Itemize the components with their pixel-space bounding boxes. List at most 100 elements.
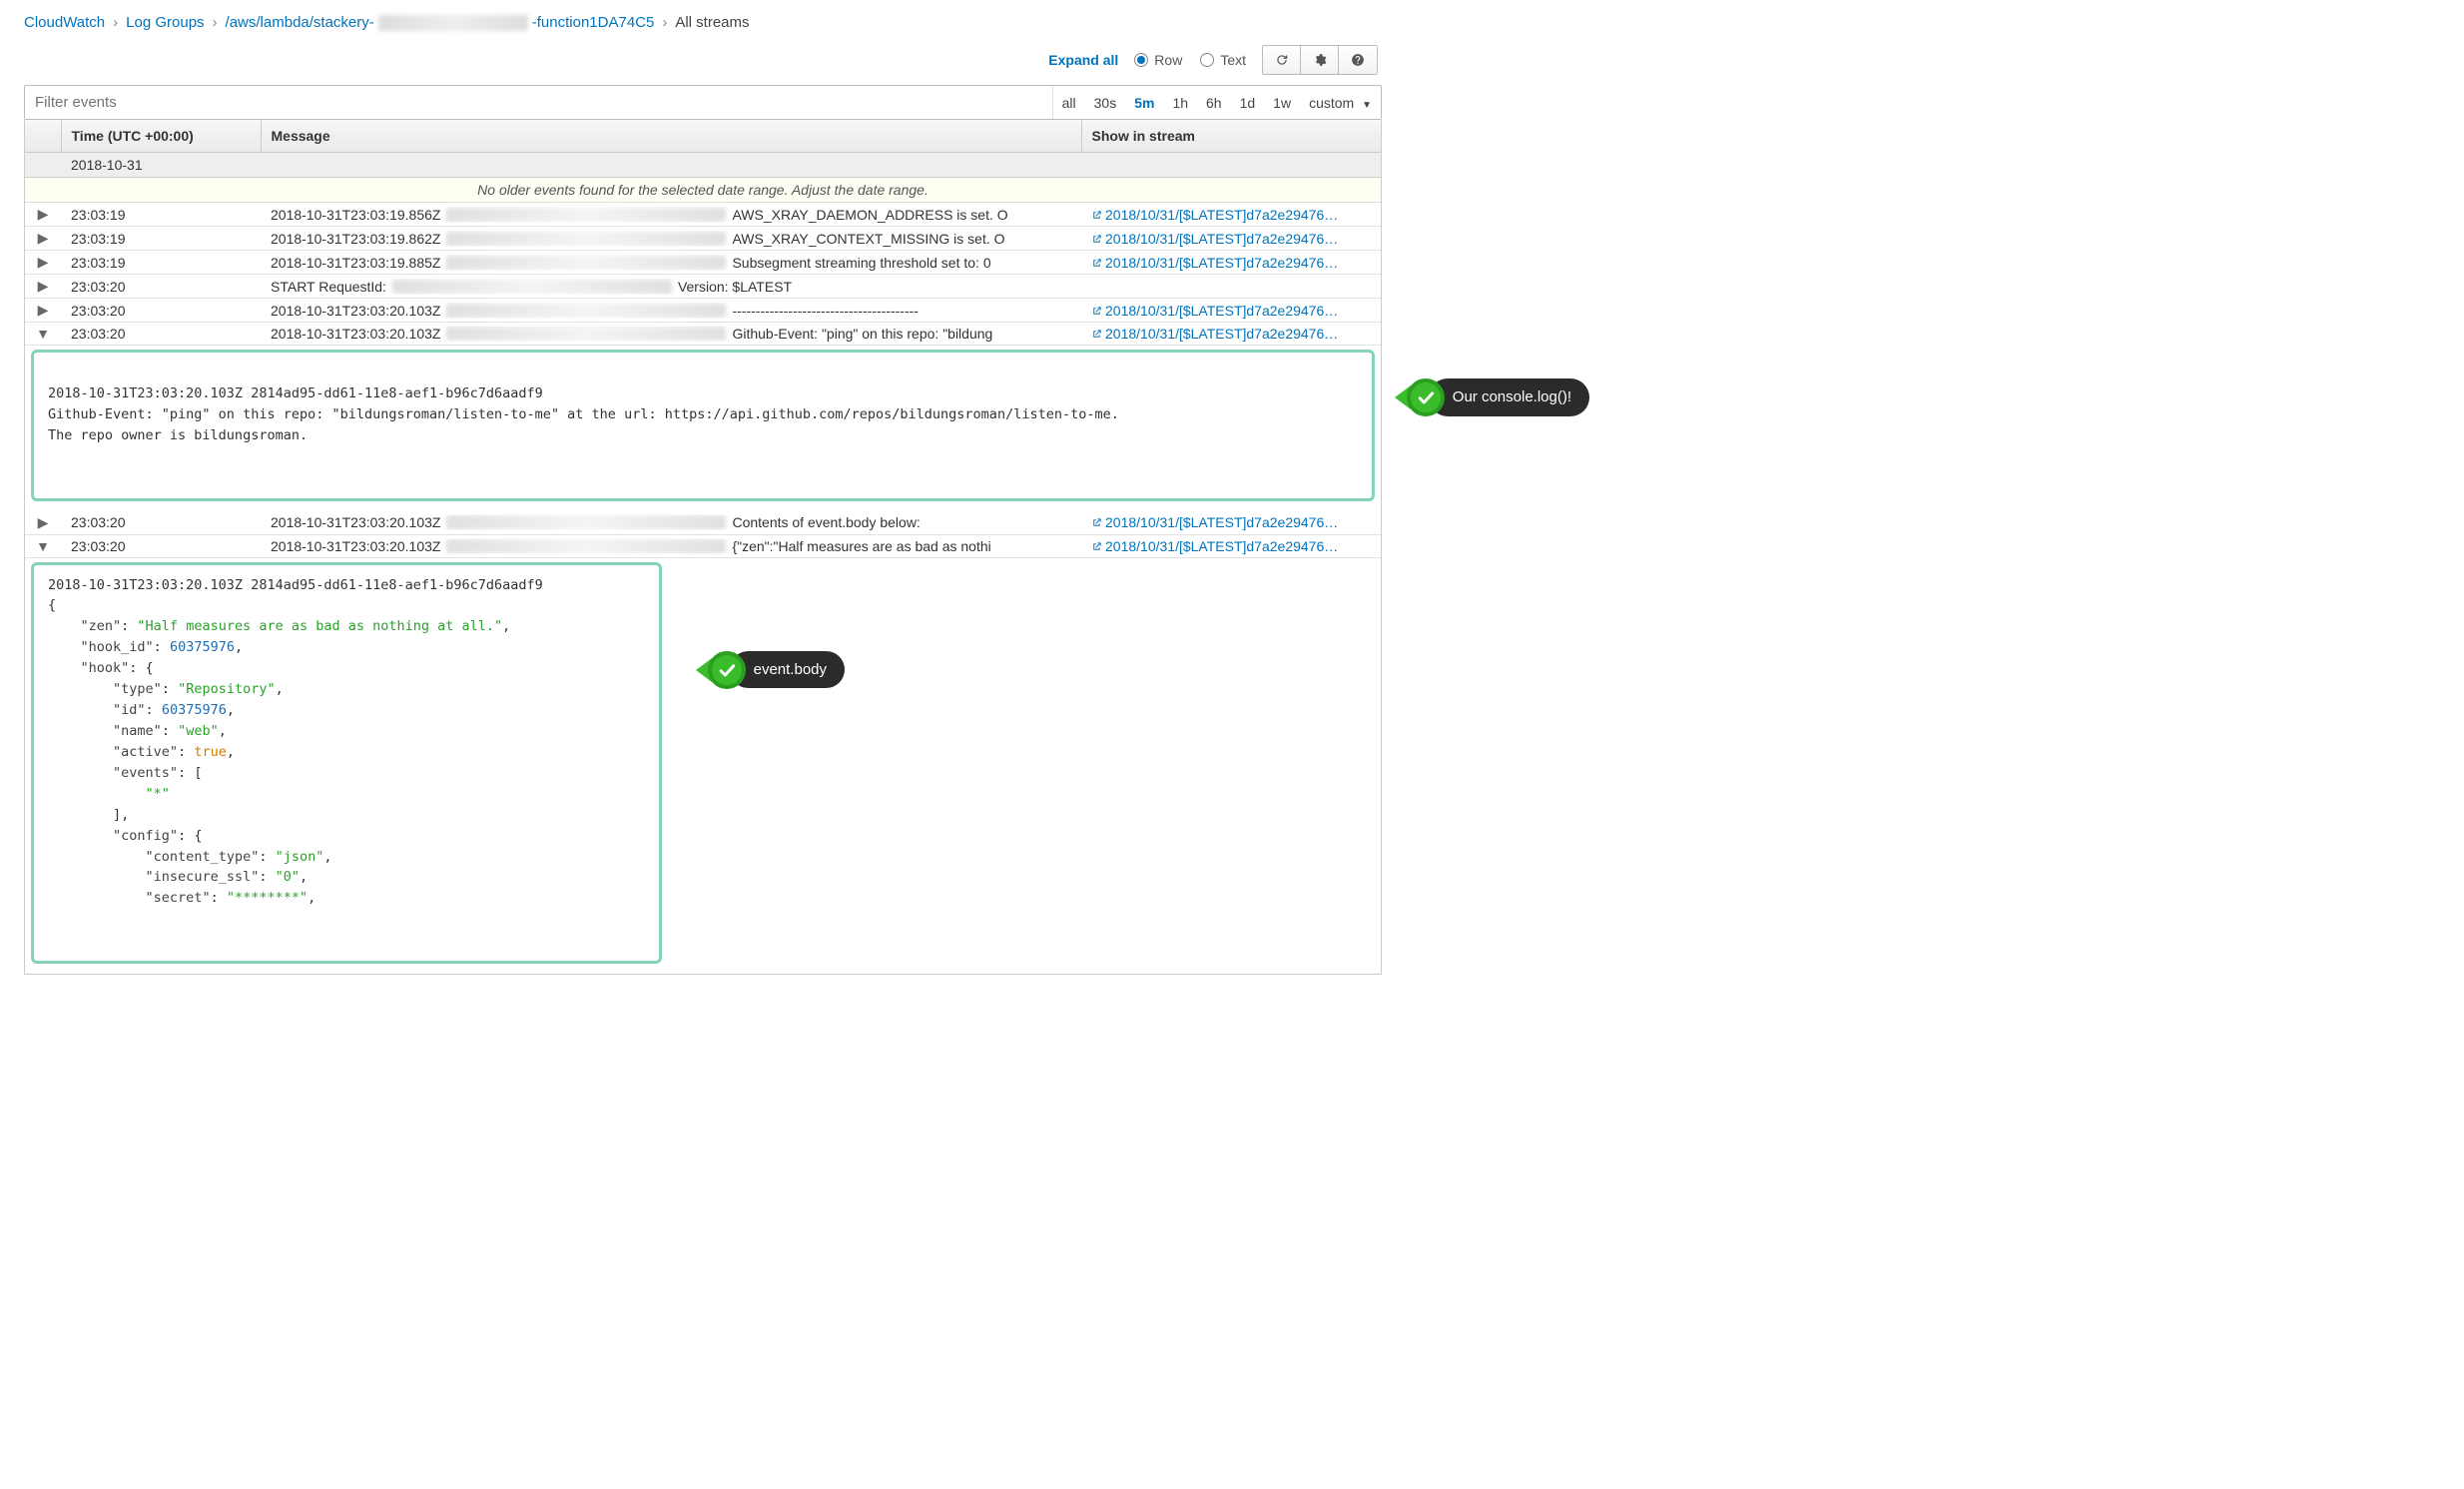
breadcrumb-sep: › bbox=[113, 14, 118, 31]
radio-row[interactable]: Row bbox=[1134, 52, 1182, 68]
expand-toggle[interactable]: ▶ bbox=[25, 203, 61, 227]
col-header-time[interactable]: Time (UTC +00:00) bbox=[61, 120, 261, 153]
show-in-stream-link[interactable]: 2018/10/31/[$LATEST]d7a2e29476… bbox=[1091, 538, 1338, 554]
annotation-callout: Our console.log()! bbox=[1395, 378, 1589, 416]
time-range-custom-label: custom bbox=[1309, 95, 1354, 111]
event-ts: 2018-10-31T23:03:20.103Z bbox=[271, 326, 440, 342]
expanded-log-row: 2018-10-31T23:03:20.103Z 2814ad95-dd61-1… bbox=[25, 346, 1381, 511]
expanded-log-row: 2018-10-31T23:03:20.103Z 2814ad95-dd61-1… bbox=[25, 557, 1381, 974]
log-event-row[interactable]: ▶23:03:202018-10-31T23:03:20.103ZContent… bbox=[25, 511, 1381, 535]
crumb-log-groups[interactable]: Log Groups bbox=[126, 14, 204, 31]
radio-text[interactable]: Text bbox=[1200, 52, 1246, 68]
crumb-cloudwatch[interactable]: CloudWatch bbox=[24, 14, 105, 31]
view-toolbar: Expand all Row Text bbox=[24, 45, 1382, 75]
col-header-message[interactable]: Message bbox=[261, 120, 1081, 153]
time-range-6h[interactable]: 6h bbox=[1197, 87, 1231, 119]
time-range-custom[interactable]: custom ▼ bbox=[1300, 87, 1381, 119]
callout-label: Our console.log()! bbox=[1429, 378, 1589, 415]
external-link-icon bbox=[1091, 234, 1102, 245]
check-circle-icon bbox=[1407, 378, 1445, 416]
event-message: 2018-10-31T23:03:20.103Z{"zen":"Half mea… bbox=[261, 534, 1081, 557]
event-tail: Github-Event: "ping" on this repo: "bild… bbox=[732, 326, 992, 342]
log-table-wrapper: Time (UTC +00:00) Message Show in stream… bbox=[24, 120, 1382, 975]
external-link-icon bbox=[1091, 210, 1102, 221]
event-stream-cell: 2018/10/31/[$LATEST]d7a2e29476… bbox=[1081, 251, 1381, 275]
show-in-stream-link[interactable]: 2018/10/31/[$LATEST]d7a2e29476… bbox=[1091, 207, 1338, 223]
time-range-all[interactable]: all bbox=[1053, 87, 1085, 119]
filter-events-input[interactable] bbox=[25, 86, 1052, 119]
external-link-icon bbox=[1091, 541, 1102, 552]
event-time: 23:03:19 bbox=[61, 251, 261, 275]
refresh-icon bbox=[1275, 53, 1289, 67]
event-ts: 2018-10-31T23:03:20.103Z bbox=[271, 538, 440, 554]
expand-toggle[interactable]: ▶ bbox=[25, 511, 61, 535]
event-time: 23:03:20 bbox=[61, 299, 261, 323]
show-in-stream-link[interactable]: 2018/10/31/[$LATEST]d7a2e29476… bbox=[1091, 514, 1338, 530]
expand-toggle[interactable]: ▶ bbox=[25, 251, 61, 275]
event-time: 23:03:19 bbox=[61, 227, 261, 251]
breadcrumb-sep: › bbox=[662, 14, 667, 31]
settings-button[interactable] bbox=[1301, 46, 1339, 74]
radio-text-label: Text bbox=[1220, 52, 1246, 68]
time-range-1w[interactable]: 1w bbox=[1264, 87, 1300, 119]
time-range-1d[interactable]: 1d bbox=[1231, 87, 1265, 119]
event-ts: 2018-10-31T23:03:19.885Z bbox=[271, 255, 440, 271]
help-icon bbox=[1351, 53, 1365, 67]
show-in-stream-link[interactable]: 2018/10/31/[$LATEST]d7a2e29476… bbox=[1091, 255, 1338, 271]
radio-dot-off-icon bbox=[1200, 53, 1214, 67]
show-in-stream-link[interactable]: 2018/10/31/[$LATEST]d7a2e29476… bbox=[1091, 303, 1338, 319]
external-link-icon bbox=[1091, 306, 1102, 317]
event-tail: Subsegment streaming threshold set to: 0 bbox=[732, 255, 990, 271]
highlighted-log-panel: 2018-10-31T23:03:20.103Z 2814ad95-dd61-1… bbox=[31, 350, 1375, 501]
time-range-30s[interactable]: 30s bbox=[1085, 87, 1126, 119]
date-group-label: 2018-10-31 bbox=[61, 153, 1381, 178]
external-link-icon bbox=[1091, 329, 1102, 340]
breadcrumb: CloudWatch › Log Groups › /aws/lambda/st… bbox=[24, 14, 1382, 31]
expand-all-link[interactable]: Expand all bbox=[1048, 52, 1118, 68]
event-ts: 2018-10-31T23:03:20.103Z bbox=[271, 303, 440, 319]
external-link-icon bbox=[1091, 258, 1102, 269]
event-stream-cell: 2018/10/31/[$LATEST]d7a2e29476… bbox=[1081, 299, 1381, 323]
event-time: 23:03:19 bbox=[61, 203, 261, 227]
event-message: 2018-10-31T23:03:19.856ZAWS_XRAY_DAEMON_… bbox=[261, 203, 1081, 227]
log-event-row[interactable]: ▶23:03:192018-10-31T23:03:19.862ZAWS_XRA… bbox=[25, 227, 1381, 251]
log-table: Time (UTC +00:00) Message Show in stream… bbox=[25, 120, 1381, 974]
event-tail: ---------------------------------------- bbox=[732, 303, 918, 319]
expand-toggle[interactable]: ▶ bbox=[25, 275, 61, 299]
expand-toggle[interactable]: ▼ bbox=[25, 534, 61, 557]
show-in-stream-link[interactable]: 2018/10/31/[$LATEST]d7a2e29476… bbox=[1091, 231, 1338, 247]
log-event-row[interactable]: ▶23:03:20 START RequestId: Version: $LATES… bbox=[25, 275, 1381, 299]
redacted-segment bbox=[446, 208, 726, 222]
show-in-stream-link[interactable]: 2018/10/31/[$LATEST]d7a2e29476… bbox=[1091, 326, 1338, 342]
event-stream-cell: 2018/10/31/[$LATEST]d7a2e29476… bbox=[1081, 203, 1381, 227]
expand-toggle[interactable]: ▶ bbox=[25, 299, 61, 323]
expand-toggle[interactable]: ▶ bbox=[25, 227, 61, 251]
col-header-stream[interactable]: Show in stream bbox=[1081, 120, 1381, 153]
event-ts: 2018-10-31T23:03:19.862Z bbox=[271, 231, 440, 247]
event-stream-cell: 2018/10/31/[$LATEST]d7a2e29476… bbox=[1081, 534, 1381, 557]
time-range-1h[interactable]: 1h bbox=[1163, 87, 1197, 119]
time-range-5m[interactable]: 5m bbox=[1125, 87, 1163, 119]
help-button[interactable] bbox=[1339, 46, 1377, 74]
time-range-picker: all 30s 5m 1h 6h 1d 1w custom ▼ bbox=[1052, 86, 1381, 119]
event-time: 23:03:20 bbox=[61, 323, 261, 346]
crumb-lambda-name[interactable]: /aws/lambda/stackery- -function1DA74C5 bbox=[226, 14, 655, 31]
crumb-lambda-prefix[interactable]: /aws/lambda/stackery- bbox=[226, 14, 374, 31]
refresh-button[interactable] bbox=[1263, 46, 1301, 74]
event-tail: Version: $LATEST bbox=[678, 279, 792, 295]
no-older-text: No older events found for the selected d… bbox=[25, 178, 1381, 203]
col-header-expand bbox=[25, 120, 61, 153]
date-group-header: 2018-10-31 bbox=[25, 153, 1381, 178]
redacted-segment bbox=[446, 304, 726, 318]
expand-toggle[interactable]: ▼ bbox=[25, 323, 61, 346]
crumb-lambda-suffix[interactable]: -function1DA74C5 bbox=[532, 14, 655, 31]
log-event-row[interactable]: ▶23:03:192018-10-31T23:03:19.856ZAWS_XRA… bbox=[25, 203, 1381, 227]
log-event-row[interactable]: ▼23:03:20 2018-10-31T23:03:20.103Z Github-… bbox=[25, 323, 1381, 346]
event-time: 23:03:20 bbox=[61, 275, 261, 299]
event-ts: START RequestId: bbox=[271, 279, 386, 295]
filter-row: all 30s 5m 1h 6h 1d 1w custom ▼ bbox=[24, 85, 1382, 120]
log-event-row[interactable]: ▶23:03:19 2018-10-31T23:03:19.885Z Subsegm… bbox=[25, 251, 1381, 275]
log-event-row[interactable]: ▶23:03:20 2018-10-31T23:03:20.103Z -------… bbox=[25, 299, 1381, 323]
crumb-all-streams: All streams bbox=[675, 14, 749, 31]
log-event-row[interactable]: ▼23:03:202018-10-31T23:03:20.103Z{"zen":… bbox=[25, 534, 1381, 557]
